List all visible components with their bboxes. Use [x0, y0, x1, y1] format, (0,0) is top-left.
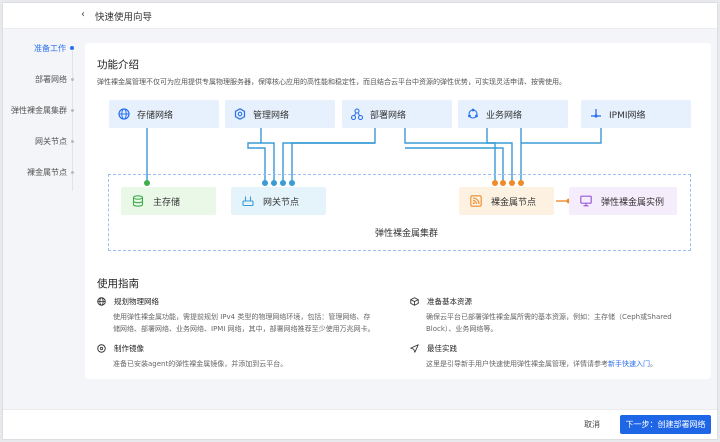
rss-server-icon [470, 195, 482, 207]
guide-item-prepare-resources: 准备基本资源 确保云平台已部署弹性裸金属所需的基本资源，例如：主存储（Ceph或… [410, 296, 690, 335]
network-ipmi: IPMI网络 [581, 100, 691, 128]
cluster-label: 弹性裸金属集群 [375, 229, 439, 239]
step-baremetal-node[interactable]: 裸金属节点 [27, 165, 78, 179]
network-deploy: 部署网络 [342, 100, 452, 128]
guide-item-make-image: 制作镜像 准备已安装agent的弹性裸金属镜像，并添加到云平台。 [97, 343, 377, 370]
hexagon-gear-icon [234, 108, 246, 120]
step-dot [71, 139, 74, 143]
step-dot [71, 170, 74, 174]
node-primary-storage: 主存储 [121, 187, 216, 215]
content-card: 功能介绍 弹性裸金属管理不仅可为应用提供专属物理服务器，保障核心应用的高性能和稳… [85, 43, 711, 379]
guide-item-body: 这里是引导新手用户快速使用弹性裸金属管理，详情请参考新手快速入门。 [426, 360, 657, 368]
ipmi-network-icon [590, 108, 602, 120]
guide-item-best-practice: 最佳实践 这里是引导新手用户快速使用弹性裸金属管理，详情请参考新手快速入门。 [410, 343, 690, 370]
step-deploy-network[interactable]: 部署网络 [35, 72, 78, 86]
monitor-icon [580, 195, 592, 207]
step-baremetal-cluster[interactable]: 弹性裸金属集群 [11, 103, 78, 117]
wizard-window: ‹ 快速使用向导 准备工作 部署网络 弹性裸金属集群 网关节点 裸金属节点 功能… [2, 2, 718, 440]
step-gateway-node[interactable]: 网关节点 [35, 134, 78, 148]
database-icon [132, 195, 144, 207]
intro-title: 功能介绍 [97, 59, 139, 71]
step-nav: 准备工作 部署网络 弹性裸金属集群 网关节点 裸金属节点 [3, 29, 78, 229]
cycle-nodes-icon [467, 108, 479, 120]
network-business: 业务网络 [458, 100, 568, 128]
step-dot [71, 77, 74, 81]
step-dot-active [70, 46, 74, 50]
globe-icon [97, 297, 106, 306]
network-management: 管理网络 [225, 100, 335, 128]
next-step-button[interactable]: 下一步：创建部署网络 [620, 415, 711, 434]
top-bar: ‹ 快速使用向导 [3, 3, 717, 29]
guide-item-body: 准备已安装agent的弹性裸金属镜像，并添加到云平台。 [113, 360, 288, 368]
deploy-nodes-icon [351, 108, 363, 120]
guide-item-body: 使用弹性裸金属功能，需提前规划 IPv4 类型的物理网络环境，包括：管理网络、存… [113, 313, 375, 333]
send-icon [410, 344, 419, 353]
cube-icon [410, 297, 419, 306]
quick-start-link[interactable]: 新手快速入门 [608, 360, 650, 368]
network-storage: 存储网络 [109, 100, 219, 128]
footer-bar: 取消 下一步：创建部署网络 [3, 409, 717, 439]
step-dot [71, 108, 74, 112]
guide-title: 使用指南 [97, 278, 139, 290]
node-baremetal: 裸金属节点 [459, 187, 554, 215]
node-gateway: 网关节点 [231, 187, 326, 215]
step-prepare[interactable]: 准备工作 [34, 41, 78, 55]
back-arrow-icon[interactable]: ‹ [81, 9, 85, 20]
guide-item-plan-network: 规划物理网络 使用弹性裸金属功能，需提前规划 IPv4 类型的物理网络环境，包括… [97, 296, 377, 335]
disc-icon [97, 344, 106, 353]
page-title: 快速使用向导 [95, 12, 153, 23]
intro-description: 弹性裸金属管理不仅可为应用提供专属物理服务器，保障核心应用的高性能和稳定性，而且… [97, 78, 566, 86]
node-baremetal-instance: 弹性裸金属实例 [569, 187, 677, 215]
globe-icon [118, 108, 130, 120]
router-icon [242, 195, 254, 207]
guide-item-body: 确保云平台已部署弹性裸金属所需的基本资源，例如：主存储（Ceph或Shared … [426, 313, 672, 333]
cancel-button[interactable]: 取消 [584, 419, 600, 430]
